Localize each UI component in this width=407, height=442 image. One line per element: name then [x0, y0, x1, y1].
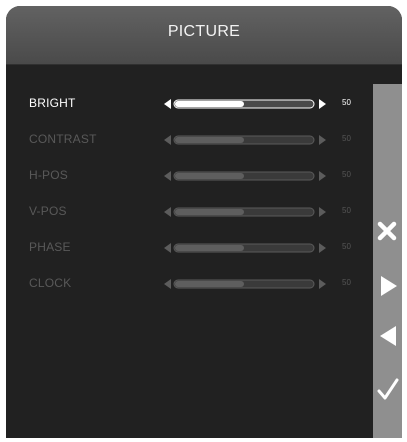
menu-item-clock[interactable]: CLOCK 50	[29, 274, 359, 294]
decrease-arrow-icon	[164, 99, 171, 109]
decrease-arrow-icon	[164, 135, 171, 145]
menu-item-value: 50	[342, 134, 351, 143]
menu-item-label: V-POS	[29, 204, 67, 218]
slider-fill	[175, 137, 244, 143]
menu-item-label: CONTRAST	[29, 132, 97, 146]
increase-arrow-icon	[319, 171, 326, 181]
menu-item-value: 50	[342, 170, 351, 179]
menu-item-value: 50	[342, 242, 351, 251]
increase-arrow-icon	[319, 207, 326, 217]
decrease-arrow-icon	[164, 279, 171, 289]
clock-slider[interactable]	[163, 277, 327, 291]
v-pos-slider[interactable]	[163, 205, 327, 219]
check-icon	[377, 378, 399, 400]
menu-item-label: H-POS	[29, 168, 69, 182]
increase-arrow-icon	[319, 243, 326, 253]
osd-panel: PICTURE BRIGHT 50 CONTRAST 50 H-POS 50 V…	[6, 6, 402, 438]
slider-fill	[175, 281, 244, 287]
slider-fill	[175, 101, 244, 107]
decrease-arrow-icon	[164, 243, 171, 253]
close-icon	[377, 221, 397, 241]
menu-item-label: BRIGHT	[29, 96, 76, 110]
decrease-arrow-icon	[164, 207, 171, 217]
menu-item-value: 50	[342, 98, 351, 107]
close-button[interactable]	[373, 214, 402, 250]
h-pos-slider[interactable]	[163, 169, 327, 183]
next-button[interactable]	[373, 268, 402, 304]
menu-item-value: 50	[342, 206, 351, 215]
contrast-slider[interactable]	[163, 133, 327, 147]
previous-button[interactable]	[373, 318, 402, 354]
menu-item-value: 50	[342, 278, 351, 287]
phase-slider[interactable]	[163, 241, 327, 255]
menu-item-v-pos[interactable]: V-POS 50	[29, 202, 359, 222]
increase-arrow-icon	[319, 279, 326, 289]
menu-item-contrast[interactable]: CONTRAST 50	[29, 130, 359, 150]
slider-fill	[175, 173, 244, 179]
menu-header: PICTURE	[6, 6, 402, 65]
increase-arrow-icon	[319, 135, 326, 145]
slider-fill	[175, 245, 244, 251]
side-button-bar	[373, 84, 402, 438]
bright-slider[interactable]	[163, 97, 327, 111]
menu-title: PICTURE	[167, 23, 241, 40]
menu-item-label: PHASE	[29, 240, 71, 254]
slider-fill	[175, 209, 244, 215]
increase-arrow-icon	[319, 99, 326, 109]
arrow-right-icon	[381, 276, 397, 296]
arrow-left-icon	[380, 326, 396, 346]
menu-item-label: CLOCK	[29, 276, 72, 290]
menu-item-h-pos[interactable]: H-POS 50	[29, 166, 359, 186]
confirm-button[interactable]	[373, 372, 402, 408]
menu-item-phase[interactable]: PHASE 50	[29, 238, 359, 258]
menu-item-bright[interactable]: BRIGHT 50	[29, 94, 359, 114]
decrease-arrow-icon	[164, 171, 171, 181]
